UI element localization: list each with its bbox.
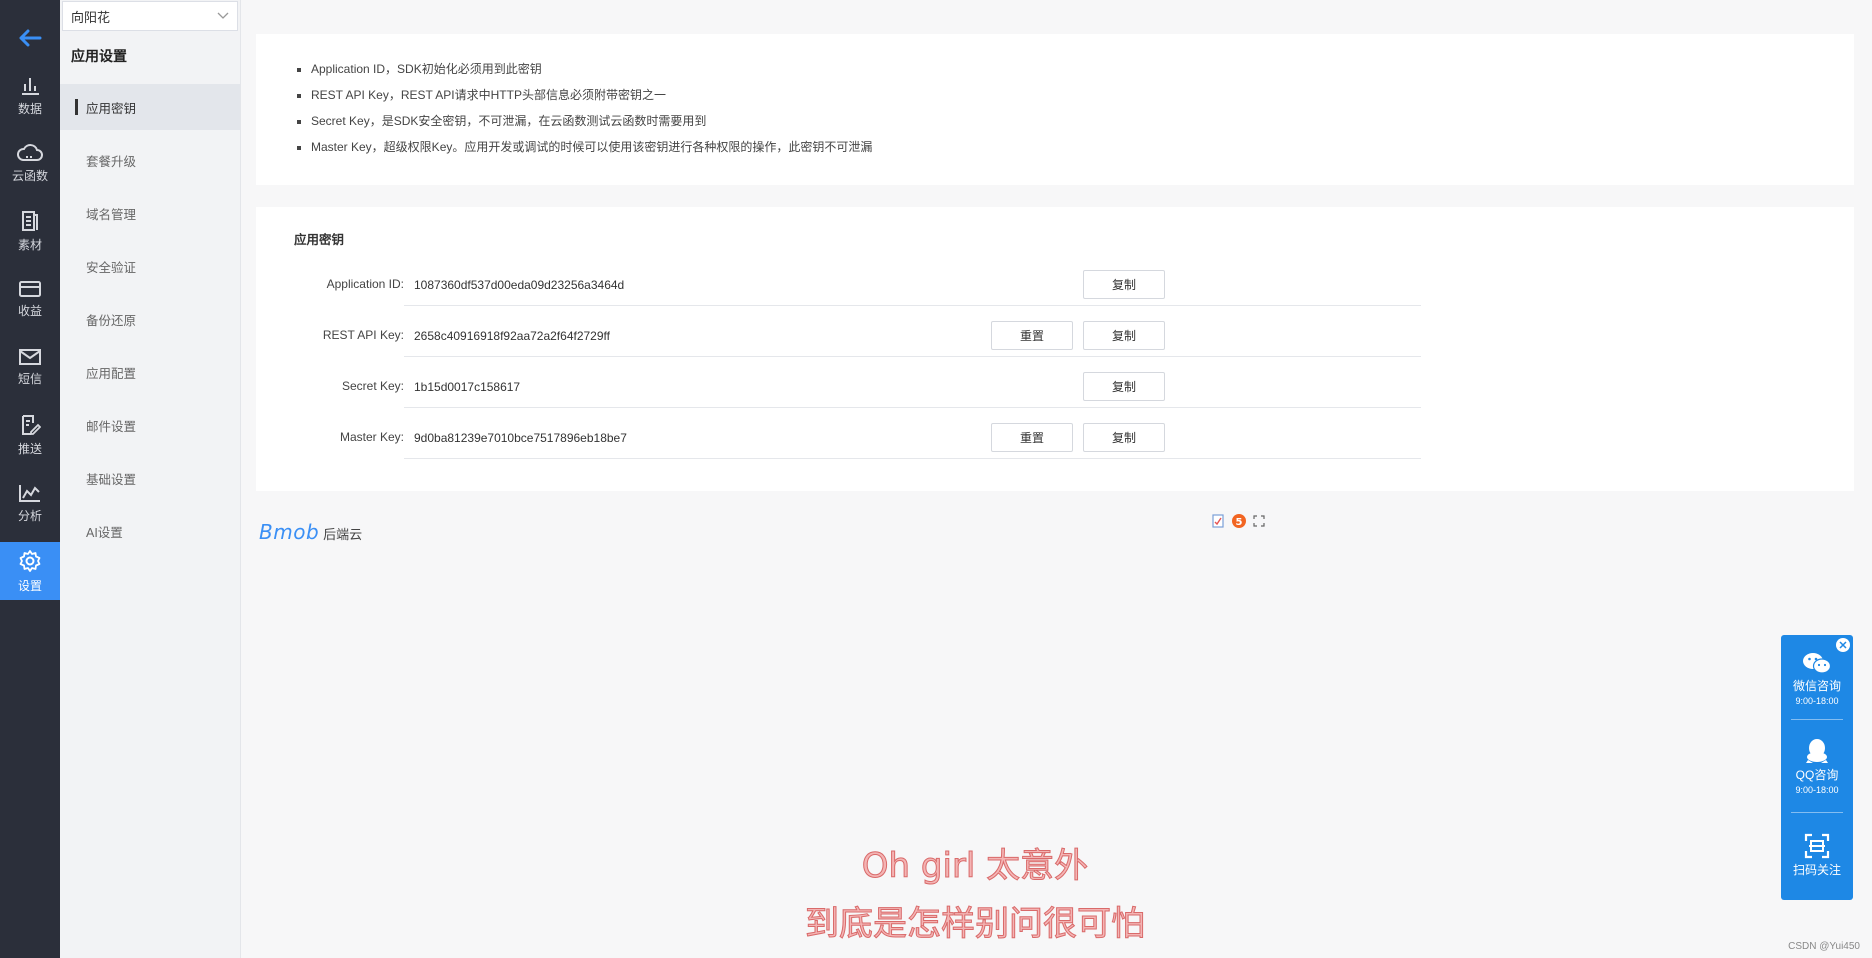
back-button[interactable] bbox=[0, 18, 60, 58]
key-value: 2658c40916918f92aa72a2f64f2729ff bbox=[414, 329, 610, 343]
document-icon bbox=[22, 210, 38, 231]
back-arrow-icon bbox=[19, 29, 42, 47]
rail-item-revenue[interactable]: 收益 bbox=[0, 270, 60, 328]
key-row-application-id: Application ID: 1087360df537d00eda09d232… bbox=[256, 263, 1421, 314]
toolbar-icons: 5 bbox=[1211, 513, 1265, 529]
key-label: Secret Key: bbox=[341, 379, 404, 393]
note-item: Master Key，超级权限Key。应用开发或调试的时候可以使用该密钥进行各种… bbox=[311, 134, 1854, 160]
copy-button[interactable]: 复制 bbox=[1083, 321, 1165, 350]
chevron-down-icon bbox=[217, 12, 229, 19]
nav-rail: 数据 云函数 素材 收益 短信 推送 分析 设置 bbox=[0, 0, 60, 958]
html5-icon[interactable]: 5 bbox=[1231, 513, 1247, 529]
copy-button[interactable]: 复制 bbox=[1083, 270, 1165, 299]
wechat-consult-button[interactable]: 微信咨询 9:00-18:00 bbox=[1781, 651, 1853, 706]
divider bbox=[1791, 812, 1843, 813]
image-check-icon[interactable] bbox=[1211, 514, 1225, 528]
qq-consult-button[interactable]: QQ咨询 9:00-18:00 bbox=[1781, 738, 1853, 795]
bar-chart-icon bbox=[22, 77, 39, 95]
watermark: CSDN @Yui450 bbox=[1788, 941, 1860, 952]
reset-button[interactable]: 重置 bbox=[991, 423, 1073, 452]
brand-logo: Bmob bbox=[259, 520, 320, 544]
sidebar-item-mail[interactable]: 邮件设置 bbox=[60, 402, 240, 448]
sidebar-title: 应用设置 bbox=[71, 48, 127, 64]
note-item: REST API Key，REST API请求中HTTP头部信息必须附带密钥之一 bbox=[311, 82, 1854, 108]
reset-button[interactable]: 重置 bbox=[991, 321, 1073, 350]
key-label: Application ID: bbox=[326, 277, 404, 291]
rail-item-push[interactable]: 推送 bbox=[0, 406, 60, 464]
sidebar-item-domain[interactable]: 域名管理 bbox=[60, 190, 240, 236]
sidebar-item-security[interactable]: 安全验证 bbox=[60, 243, 240, 289]
rail-item-sms[interactable]: 短信 bbox=[0, 338, 60, 396]
key-notes-list: Application ID，SDK初始化必须用到此密钥 REST API Ke… bbox=[256, 34, 1854, 160]
sidebar-item-app-keys[interactable]: 应用密钥 bbox=[60, 84, 240, 130]
gear-icon bbox=[19, 549, 41, 572]
copy-button[interactable]: 复制 bbox=[1083, 423, 1165, 452]
keys-title: 应用密钥 bbox=[294, 233, 345, 247]
key-notes-card: Application ID，SDK初始化必须用到此密钥 REST API Ke… bbox=[256, 34, 1854, 185]
rail-item-assets[interactable]: 素材 bbox=[0, 202, 60, 260]
key-value: 9d0ba81239e7010bce7517896eb18be7 bbox=[414, 431, 627, 445]
key-row-rest-api-key: REST API Key: 2658c40916918f92aa72a2f64f… bbox=[256, 314, 1421, 365]
card-icon bbox=[19, 280, 41, 297]
key-label: Master Key: bbox=[339, 430, 404, 444]
qq-penguin-icon bbox=[1806, 739, 1828, 763]
sidebar-item-plan-upgrade[interactable]: 套餐升级 bbox=[60, 137, 240, 183]
rail-item-data[interactable]: 数据 bbox=[0, 66, 60, 124]
rail-item-settings[interactable]: 设置 bbox=[0, 542, 60, 600]
divider bbox=[404, 305, 1421, 306]
rail-item-cloud-function[interactable]: 云函数 bbox=[0, 134, 60, 192]
line-chart-icon bbox=[19, 484, 40, 502]
svg-text:5: 5 bbox=[1236, 517, 1243, 528]
video-subtitle-line-2: 到底是怎样别问很可怕 bbox=[805, 904, 1146, 945]
divider bbox=[404, 458, 1421, 459]
brand-subtitle: 后端云 bbox=[323, 527, 363, 542]
note-item: Application ID，SDK初始化必须用到此密钥 bbox=[311, 56, 1854, 82]
fullscreen-icon[interactable] bbox=[1253, 515, 1265, 527]
app-keys-card: 应用密钥 Application ID: 1087360df537d00eda0… bbox=[256, 207, 1854, 491]
rail-item-analytics[interactable]: 分析 bbox=[0, 474, 60, 532]
divider bbox=[404, 356, 1421, 357]
mail-icon bbox=[19, 348, 41, 365]
close-icon bbox=[1839, 641, 1847, 649]
divider bbox=[404, 407, 1421, 408]
key-row-secret-key: Secret Key: 1b15d0017c158617 复制 bbox=[256, 365, 1421, 416]
app-select-value: 向阳花 bbox=[71, 9, 111, 25]
video-subtitle-line-1: Oh girl 太意外 bbox=[861, 846, 1089, 887]
app-select[interactable]: 向阳花 bbox=[62, 1, 238, 31]
note-item: Secret Key，是SDK安全密钥，不可泄漏，在云函数测试云函数时需要用到 bbox=[311, 108, 1854, 134]
key-value: 1b15d0017c158617 bbox=[414, 380, 521, 394]
divider bbox=[1791, 719, 1843, 720]
sidebar-item-ai[interactable]: AI设置 bbox=[60, 508, 240, 554]
wechat-icon bbox=[1803, 653, 1832, 674]
cloud-icon bbox=[17, 143, 43, 161]
sidebar-item-basic[interactable]: 基础设置 bbox=[60, 455, 240, 501]
sidebar-item-backup[interactable]: 备份还原 bbox=[60, 296, 240, 342]
edit-icon bbox=[22, 414, 41, 435]
brand-footer: Bmob 后端云 bbox=[259, 520, 362, 544]
close-button[interactable] bbox=[1836, 638, 1850, 652]
key-value: 1087360df537d00eda09d23256a3464d bbox=[414, 278, 625, 292]
copy-button[interactable]: 复制 bbox=[1083, 372, 1165, 401]
sidebar-item-app-config[interactable]: 应用配置 bbox=[60, 349, 240, 395]
key-label: REST API Key: bbox=[322, 328, 404, 342]
key-row-master-key: Master Key: 9d0ba81239e7010bce7517896eb1… bbox=[256, 416, 1421, 467]
